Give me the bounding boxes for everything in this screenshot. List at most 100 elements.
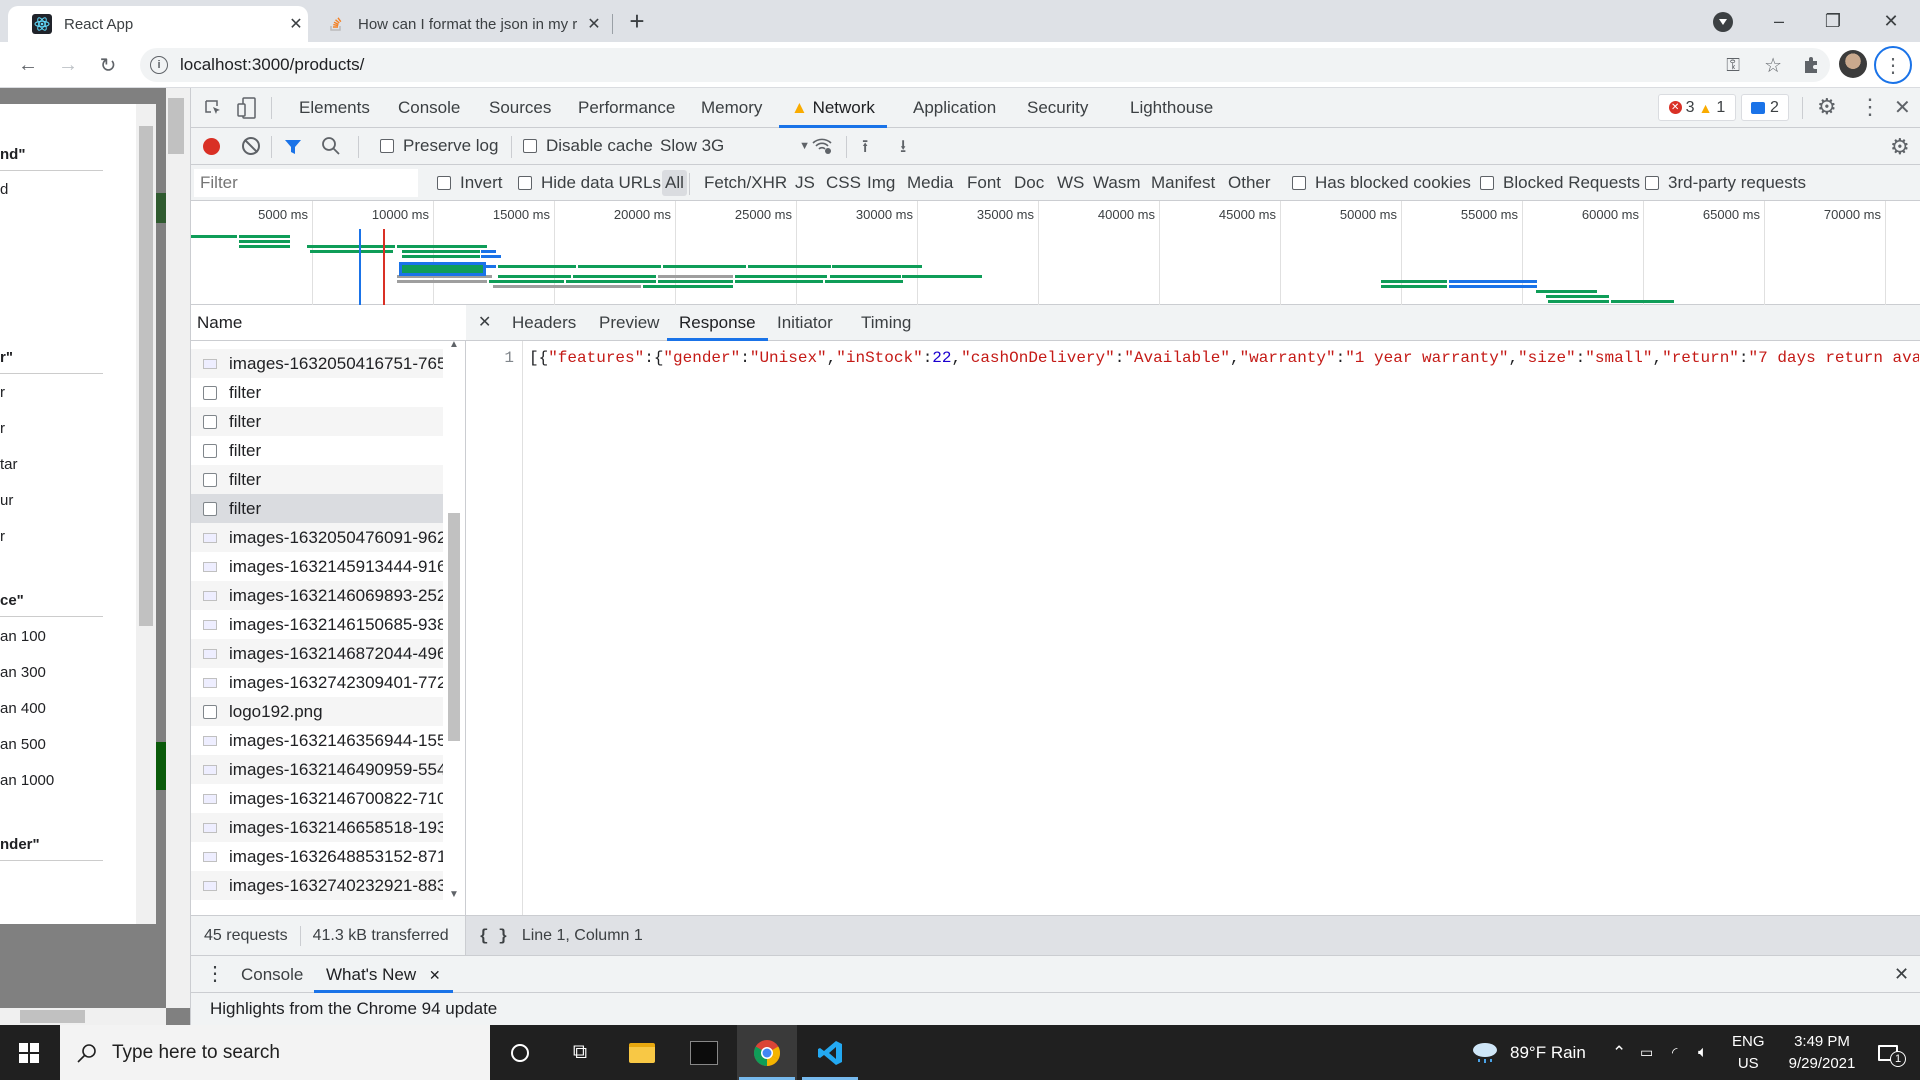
request-row[interactable]: images-1632146700822-7106 [191,784,443,813]
profile-avatar[interactable] [1839,50,1867,78]
filter-option[interactable]: r [0,384,5,401]
taskbar-chrome[interactable] [737,1025,797,1080]
back-button[interactable]: ← [14,51,42,79]
network-overview-timeline[interactable]: 5000 ms 10000 ms 15000 ms 20000 ms 25000 ms 3… [191,201,1920,308]
import-har-icon[interactable]: ⭱ [862,134,868,164]
filter-option[interactable]: d [0,181,8,198]
info-icon[interactable]: i [150,56,168,74]
response-body-line[interactable]: [{"features":{"gender":"Unisex","inStock… [529,349,1919,367]
messages-counter[interactable]: 2 [1741,94,1789,121]
request-row[interactable]: images-1632648853152-8713 [191,842,443,871]
throttling-select[interactable]: Slow 3G ▼ [660,128,810,164]
record-button[interactable] [203,138,220,155]
weather-widget[interactable]: 89°F Rain [1470,1025,1586,1080]
tab-elements[interactable]: Elements [299,88,370,128]
key-icon[interactable]: ⚿ [1726,55,1740,76]
scrollbar-thumb[interactable] [139,126,153,626]
type-filter-fetch-xhr[interactable]: Fetch/XHR [701,170,790,196]
invert-checkbox[interactable]: Invert [437,165,503,201]
request-row[interactable]: images-1632146356944-1550 [191,726,443,755]
tab-security[interactable]: Security [1027,88,1088,128]
issues-counter[interactable]: ✕ 3 ▲ 1 [1658,94,1736,121]
close-tab-icon[interactable]: ✕ [284,14,308,34]
type-filter-font[interactable]: Font [964,170,1004,196]
tab-response[interactable]: Response [667,305,768,341]
tab-lighthouse[interactable]: Lighthouse [1130,88,1213,128]
scroll-down-icon[interactable]: ▼ [449,889,459,900]
volume-icon[interactable]: 🔈︎ [1698,1025,1708,1080]
clock[interactable]: 3:49 PM 9/29/2021 [1776,1025,1868,1080]
filter-option[interactable]: an 1000 [0,772,54,789]
request-row[interactable]: filter [191,407,443,436]
cortana-button[interactable] [490,1025,550,1080]
filter-input[interactable] [194,169,418,197]
notifications-button[interactable]: 1 [1868,1025,1908,1080]
scrollbar-thumb[interactable] [168,98,184,154]
drawer-menu-icon[interactable]: ⋮ [205,956,225,993]
close-tab-icon[interactable]: ✕ [582,14,606,34]
drawer-tab-console[interactable]: Console [241,956,303,993]
clear-button[interactable] [242,137,260,155]
pretty-print-icon[interactable]: { } [479,927,508,945]
filter-option[interactable]: an 400 [0,700,46,717]
checkbox[interactable] [1645,176,1659,190]
network-conditions-icon[interactable] [811,136,833,161]
inspect-element-icon[interactable] [203,98,223,118]
bookmark-star-icon[interactable]: ☆ [1764,53,1782,78]
filter-option[interactable]: an 100 [0,628,46,645]
drawer-tab-whats-new[interactable]: What's New ✕ [314,956,453,993]
type-filter-all[interactable]: All [662,170,687,196]
checkbox[interactable] [437,176,451,190]
tab-network[interactable]: ▲ Network [779,88,887,128]
type-filter-media[interactable]: Media [904,170,956,196]
request-row[interactable]: images-1632146069893-2526 [191,581,443,610]
minimize-button[interactable]: – [1756,6,1802,36]
request-row[interactable]: images-1632740232921-8834 [191,871,443,900]
taskbar-search-box[interactable]: Type here to search [60,1025,490,1080]
request-row[interactable]: filter [191,494,443,523]
request-row[interactable]: logo192.png [191,697,443,726]
tab-initiator[interactable]: Initiator [777,305,833,341]
export-har-icon[interactable]: ⭳ [900,134,906,164]
tab-application[interactable]: Application [913,88,996,128]
filter-option[interactable]: an 300 [0,664,46,681]
checkbox[interactable] [518,176,532,190]
taskbar-file-explorer[interactable] [612,1025,672,1080]
filter-option[interactable]: an 500 [0,736,46,753]
page-scrollbar[interactable] [166,88,190,1008]
input-language[interactable]: ENG US [1732,1025,1765,1080]
hide-data-urls-checkbox[interactable]: Hide data URLs [518,165,661,201]
task-view-button[interactable]: ⧉ [550,1025,610,1080]
request-row[interactable]: images-1632050416751-7658 [191,349,443,378]
scrollbar-thumb[interactable] [448,513,460,741]
request-row[interactable]: images-1632050476091-9625 [191,523,443,552]
checkbox[interactable] [1292,176,1306,190]
start-button[interactable] [0,1025,58,1080]
chrome-menu-button[interactable]: ⋮ [1874,46,1912,84]
type-filter-wasm[interactable]: Wasm [1090,170,1144,196]
response-viewer[interactable]: 1 [{"features":{"gender":"Unisex","inSto… [466,341,1920,951]
type-filter-doc[interactable]: Doc [1011,170,1047,196]
request-row[interactable]: images-1632146658518-1930 [191,813,443,842]
checkbox[interactable] [380,139,394,153]
request-list-scrollbar[interactable]: ▲ ▼ [443,339,465,901]
request-row[interactable]: images-1632742309401-7722 [191,668,443,697]
tab-headers[interactable]: Headers [512,305,576,341]
request-row[interactable]: images-1632146490959-5549 [191,755,443,784]
tab-memory[interactable]: Memory [701,88,762,128]
filter-funnel-icon[interactable] [283,137,303,162]
type-filter-img[interactable]: Img [864,170,898,196]
more-options-icon[interactable]: ⋮ [1859,94,1881,120]
request-row[interactable]: filter [191,465,443,494]
checkbox[interactable] [523,139,537,153]
sidebar-scrollbar[interactable] [136,104,156,924]
network-settings-gear-icon[interactable]: ⚙ [1890,134,1910,160]
settings-gear-icon[interactable]: ⚙ [1817,94,1837,120]
tab-performance[interactable]: Performance [578,88,675,128]
search-icon[interactable] [321,136,341,161]
page-horizontal-scrollbar[interactable] [0,1008,166,1025]
wifi-icon[interactable]: ◜ [1672,1025,1677,1080]
scroll-up-icon[interactable]: ▲ [449,339,459,350]
checkbox[interactable] [1480,176,1494,190]
tab-preview[interactable]: Preview [599,305,659,341]
